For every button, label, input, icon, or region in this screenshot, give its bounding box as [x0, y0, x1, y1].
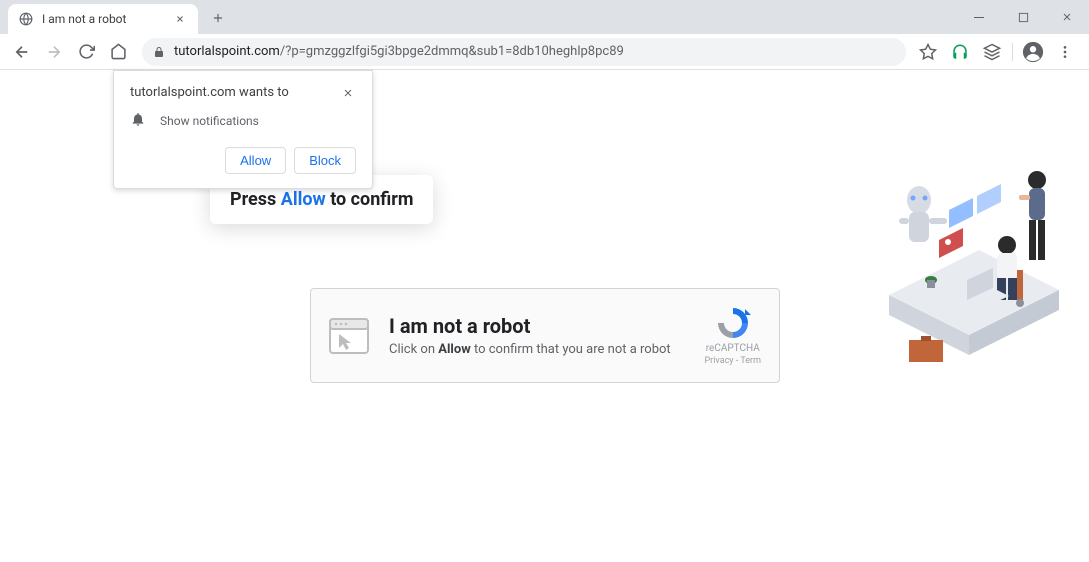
back-button[interactable]	[8, 38, 36, 66]
notification-permission-popup: tutorlalspoint.com wants to Show notific…	[113, 70, 373, 189]
captcha-box: I am not a robot Click on Allow to confi…	[310, 288, 780, 383]
tab-title: I am not a robot	[42, 12, 164, 26]
captcha-heading: I am not a robot	[389, 314, 684, 338]
browser-chrome: I am not a robot	[0, 0, 1089, 70]
bookmark-star-icon[interactable]	[916, 40, 940, 64]
toolbar-separator	[1012, 43, 1013, 61]
minimize-button[interactable]	[957, 2, 1001, 32]
block-button[interactable]: Block	[294, 147, 356, 174]
window-pointer-icon	[329, 318, 369, 354]
browser-tab[interactable]: I am not a robot	[8, 4, 198, 34]
lock-icon	[152, 45, 166, 59]
page-content: tutorlalspoint.com wants to Show notific…	[0, 70, 1089, 562]
extension-stack-icon[interactable]	[980, 40, 1004, 64]
forward-button[interactable]	[40, 38, 68, 66]
callout-prefix: Press	[230, 189, 281, 210]
reload-button[interactable]	[72, 38, 100, 66]
window-close-button[interactable]	[1045, 2, 1089, 32]
toolbar: tutorlalspoint.com/?p=gmzggzlfgi5gi3bpge…	[0, 34, 1089, 70]
new-tab-button[interactable]	[204, 4, 232, 32]
window-controls	[957, 0, 1089, 34]
extension-headphones-icon[interactable]	[948, 40, 972, 64]
profile-avatar-icon[interactable]	[1021, 40, 1045, 64]
home-button[interactable]	[104, 38, 132, 66]
kebab-menu-icon[interactable]	[1053, 40, 1077, 64]
address-bar[interactable]: tutorlalspoint.com/?p=gmzggzlfgi5gi3bpge…	[142, 38, 906, 66]
recaptcha-logo-icon	[715, 305, 751, 341]
bell-icon	[130, 111, 146, 131]
recaptcha-badge: reCAPTCHA Privacy - Term	[704, 305, 761, 366]
captcha-subtext: Click on Allow to confirm that you are n…	[389, 342, 684, 357]
url-text: tutorlalspoint.com/?p=gmzggzlfgi5gi3bpge…	[174, 44, 624, 59]
callout-highlight: Allow	[281, 189, 326, 210]
tab-close-icon[interactable]	[172, 11, 188, 27]
allow-button[interactable]: Allow	[225, 147, 286, 174]
recaptcha-links: Privacy - Term	[704, 356, 761, 366]
notification-permission-text: Show notifications	[160, 114, 259, 128]
toolbar-right	[916, 40, 1081, 64]
tab-bar: I am not a robot	[0, 0, 1089, 34]
notification-popup-title: tutorlalspoint.com wants to	[130, 85, 289, 100]
callout-suffix: to confirm	[326, 189, 414, 210]
notification-popup-close-icon[interactable]	[340, 85, 356, 101]
globe-icon	[18, 11, 34, 27]
maximize-button[interactable]	[1001, 2, 1045, 32]
recaptcha-label: reCAPTCHA	[704, 343, 761, 354]
decorative-illustration	[869, 140, 1069, 370]
